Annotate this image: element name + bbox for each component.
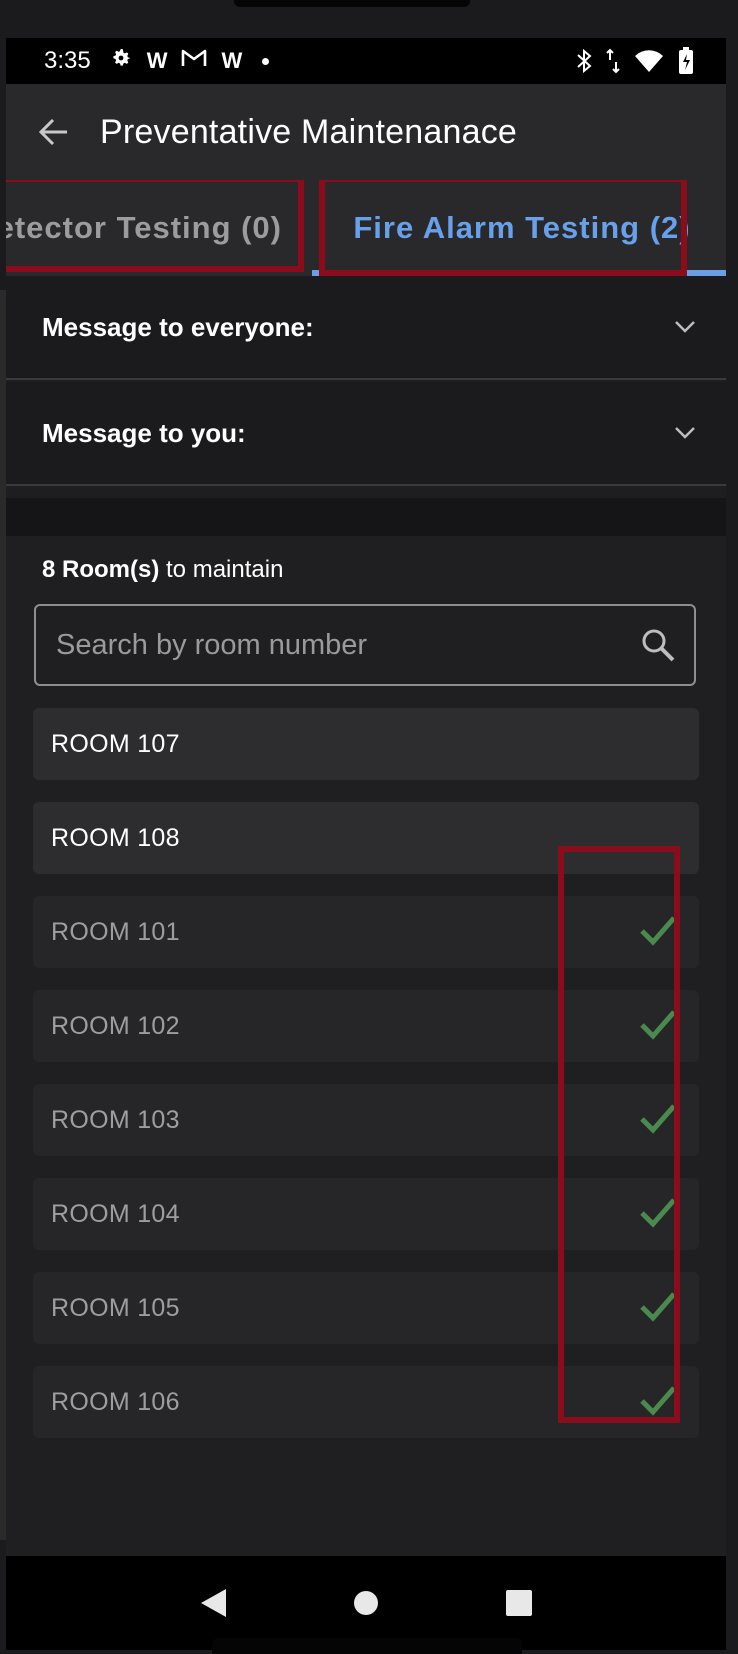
search-box: [34, 604, 696, 686]
triangle-back-icon: [200, 1589, 226, 1617]
w-app-icon: W: [146, 48, 168, 73]
notification-dot-icon: [262, 57, 270, 65]
section-divider: [6, 498, 726, 536]
status-bar: 3:35 W W: [6, 38, 726, 84]
search-icon[interactable]: [640, 627, 676, 663]
phone-screen: 3:35 W W Preventative Maintenanace etect…: [6, 38, 726, 1650]
status-time: 3:35: [44, 47, 91, 74]
chevron-down-icon: [675, 321, 695, 333]
page-title: Preventative Maintenanace: [100, 112, 518, 151]
chevron-down-icon: [675, 427, 695, 439]
square-recents-icon: [506, 1590, 533, 1616]
w-app-icon: W: [221, 48, 243, 73]
search-input[interactable]: [56, 628, 640, 662]
app-bar: Preventative Maintenanace: [6, 84, 726, 180]
accordion-message-everyone[interactable]: Message to everyone:: [6, 276, 726, 380]
arrow-left-icon: [39, 118, 67, 146]
room-label: ROOM 101: [51, 917, 180, 946]
tab-bar: etector Testing (0) Fire Alarm Testing (…: [6, 180, 726, 276]
device-notch: [234, 0, 470, 7]
highlight-box-check-column: [558, 846, 680, 1423]
room-row[interactable]: ROOM 107: [33, 708, 699, 780]
room-label: ROOM 106: [51, 1387, 180, 1416]
room-label: ROOM 104: [51, 1199, 180, 1228]
highlight-box-tab-fire-alarm: [319, 180, 687, 276]
system-nav-bar: [6, 1556, 726, 1650]
device-chin: [212, 1638, 522, 1654]
room-label: ROOM 102: [51, 1011, 180, 1040]
room-label: ROOM 108: [51, 823, 180, 852]
gmail-icon: [181, 48, 207, 74]
accordion-label: Message to everyone:: [42, 311, 314, 342]
status-right-icons: [576, 47, 694, 80]
accordion-label: Message to you:: [42, 417, 246, 448]
nav-recents-button[interactable]: [492, 1576, 546, 1630]
highlight-box-tab-detector: [6, 180, 304, 272]
battery-charging-icon: [678, 47, 694, 80]
wifi-icon: [634, 49, 664, 78]
room-label: ROOM 105: [51, 1293, 180, 1322]
data-arrows-icon: [606, 48, 620, 79]
rooms-count: 8 Room(s) to maintain: [42, 556, 283, 584]
accordion-message-you[interactable]: Message to you:: [6, 382, 726, 486]
rooms-count-suffix: to maintain: [159, 556, 284, 583]
nav-home-button[interactable]: [339, 1576, 393, 1630]
gear-icon: [109, 46, 133, 76]
nav-back-button[interactable]: [186, 1576, 240, 1630]
rooms-count-number: 8 Room(s): [42, 556, 160, 583]
room-label: ROOM 103: [51, 1105, 180, 1134]
room-label: ROOM 107: [51, 729, 180, 758]
bluetooth-icon: [576, 48, 592, 79]
back-button[interactable]: [28, 106, 80, 158]
circle-home-icon: [353, 1591, 378, 1615]
